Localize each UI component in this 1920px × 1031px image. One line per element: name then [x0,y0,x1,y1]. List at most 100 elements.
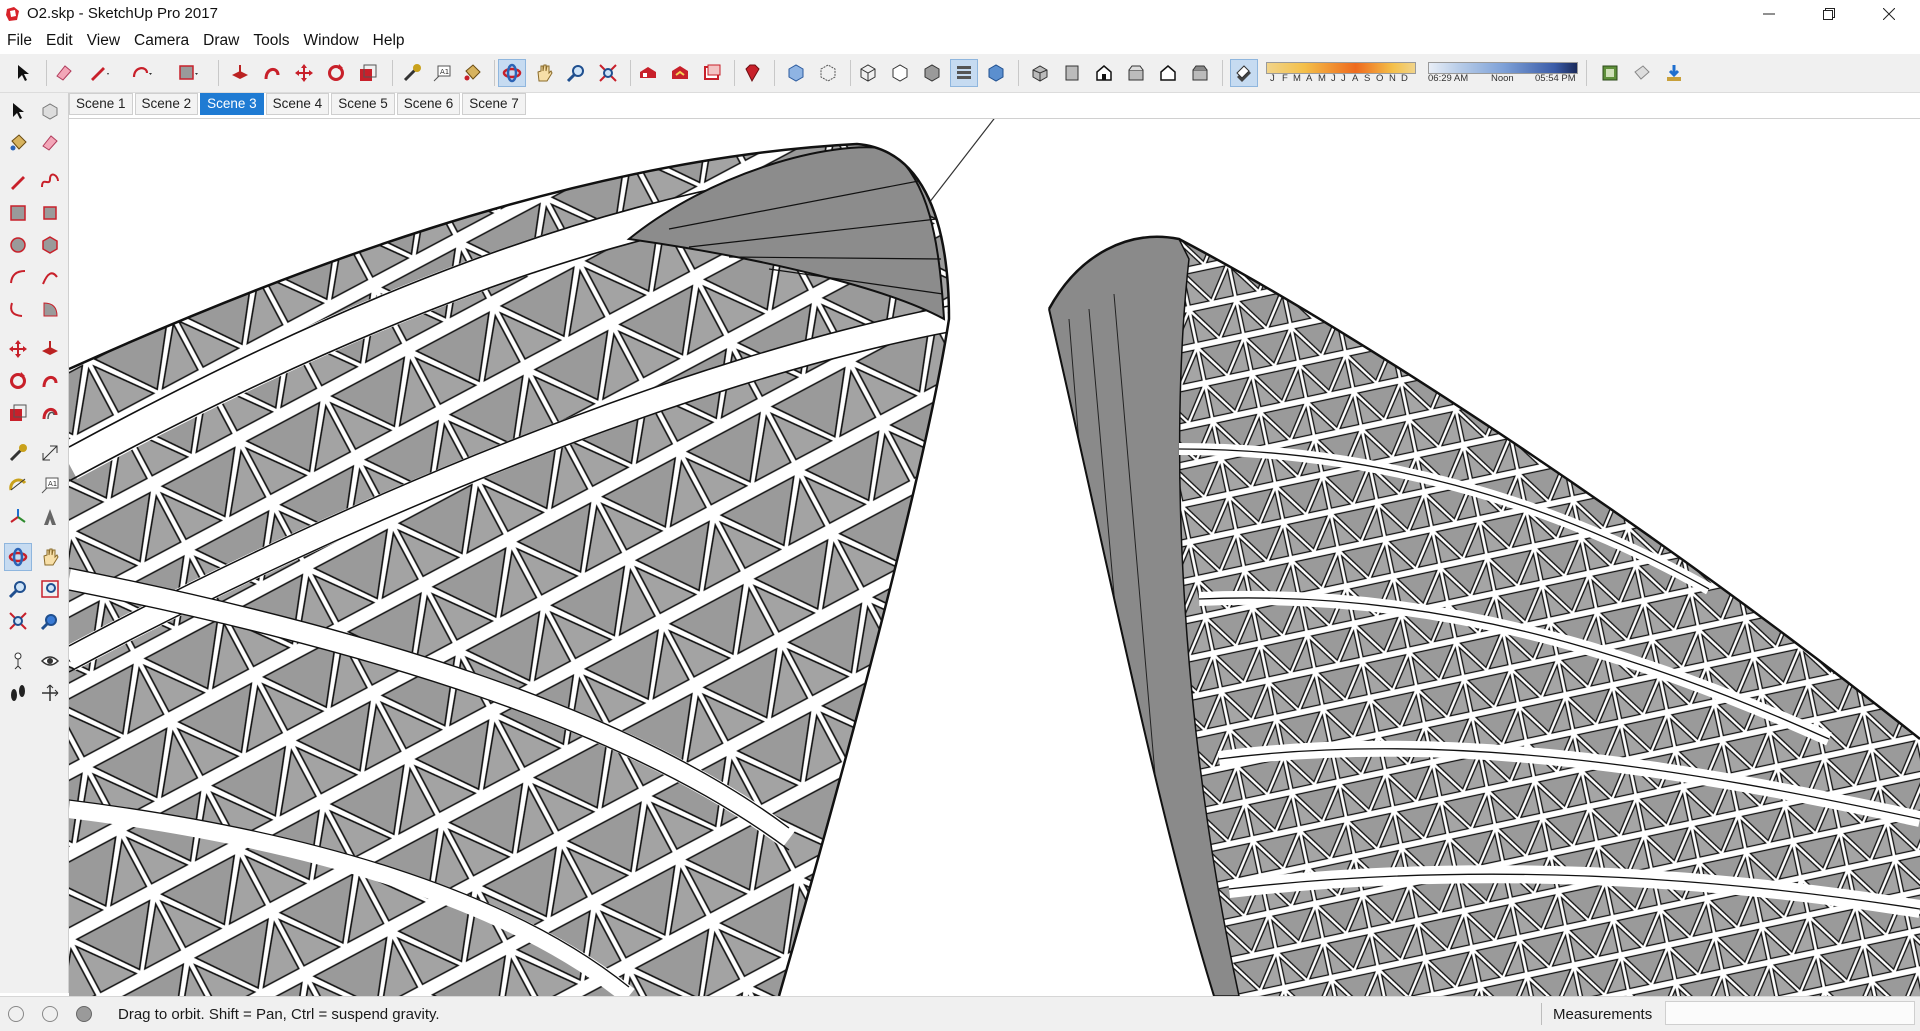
rotate-tool-button[interactable] [322,59,350,87]
minimize-button[interactable] [1746,0,1792,28]
palette-paint-bucket-button[interactable] [4,129,32,157]
shapes-tool-button[interactable] [128,59,156,87]
palette-axes-button[interactable] [4,503,32,531]
scene-tab-6[interactable]: Scene 6 [396,93,461,115]
palette-pie-button[interactable] [36,295,64,323]
palette-walk-button[interactable] [4,679,32,707]
eraser-tool-button[interactable] [50,59,78,87]
hidden-line-style-button[interactable] [886,59,914,87]
scene-tab-7[interactable]: Scene 7 [462,93,526,115]
scene-tab-1[interactable]: Scene 1 [69,93,133,115]
palette-pan-button[interactable] [36,543,64,571]
palette-previous-view-button[interactable] [36,607,64,635]
extension-warehouse-button[interactable] [666,59,694,87]
section-plane-button[interactable] [1596,59,1624,87]
palette-tape-measure-button[interactable] [4,439,32,467]
geolocation-icon[interactable] [8,1006,24,1022]
pan-tool-button[interactable] [530,59,558,87]
palette-move-button[interactable] [4,335,32,363]
top-view-button[interactable] [1058,59,1086,87]
left-view-button[interactable] [1186,59,1214,87]
back-view-button[interactable] [1154,59,1182,87]
select-tool-button[interactable] [10,59,38,87]
menu-camera[interactable]: Camera [127,29,196,53]
palette-zoom-window-button[interactable] [36,575,64,603]
menu-draw[interactable]: Draw [196,29,246,53]
palette-rectangle-button[interactable] [4,199,32,227]
palette-zoom-button[interactable] [4,575,32,603]
scale-tool-button[interactable] [354,59,382,87]
pencil-tool-button[interactable] [85,59,113,87]
shaded-style-button[interactable] [918,59,946,87]
scene-tab-3[interactable]: Scene 3 [200,93,264,115]
menu-file[interactable]: File [0,29,39,53]
model-viewport[interactable] [69,118,1920,996]
user-icon[interactable] [76,1006,92,1022]
palette-zoom-extents-button[interactable] [4,607,32,635]
left-tower[interactable] [69,119,969,996]
front-view-button[interactable] [1090,59,1118,87]
orbit-tool-button[interactable] [498,59,526,87]
palette-arc-button[interactable] [4,263,32,291]
menu-window[interactable]: Window [297,29,366,53]
palette-scale-button[interactable] [4,399,32,427]
scene-tab-2[interactable]: Scene 2 [134,93,199,115]
menu-edit[interactable]: Edit [39,29,80,53]
palette-polygon-button[interactable] [36,231,64,259]
paint-bucket-tool-button[interactable] [458,59,486,87]
import-button[interactable] [1660,59,1688,87]
shaded-textures-style-button[interactable] [950,59,978,87]
warehouse-button[interactable] [634,59,662,87]
wireframe-style-button[interactable] [854,59,882,87]
palette-freehand-button[interactable] [36,167,64,195]
palette-rotated-rectangle-button[interactable] [36,199,64,227]
xray-style-button[interactable] [782,59,810,87]
pushpull-tool-button[interactable] [226,59,254,87]
section-display-button[interactable] [1628,59,1656,87]
palette-position-camera-button[interactable] [4,647,32,675]
palette-three-point-arc-button[interactable] [4,295,32,323]
iso-view-button[interactable] [1026,59,1054,87]
palette-text-button[interactable]: A1 [36,471,64,499]
rectangle-tool-button[interactable] [174,59,202,87]
zoom-tool-button[interactable] [562,59,590,87]
move-tool-button[interactable] [290,59,318,87]
palette-orbit-button[interactable] [4,543,32,571]
tape-measure-tool-button[interactable] [398,59,426,87]
restore-button[interactable] [1806,0,1852,28]
menu-help[interactable]: Help [366,29,412,53]
palette-eraser-button[interactable] [36,129,64,157]
zoom-extents-tool-button[interactable] [594,59,622,87]
palette-offset-button[interactable] [36,399,64,427]
scene-tab-4[interactable]: Scene 4 [265,93,330,115]
text-tool-button[interactable]: A1 [428,59,456,87]
palette-3d-text-button[interactable] [36,503,64,531]
close-button[interactable] [1866,0,1912,28]
palette-circle-button[interactable] [4,231,32,259]
right-view-button[interactable] [1122,59,1150,87]
model-canvas[interactable] [69,119,1920,996]
followme-tool-button[interactable] [258,59,286,87]
back-edges-style-button[interactable] [814,59,842,87]
palette-pushpull-button[interactable] [36,335,64,363]
palette-component-button[interactable] [36,97,64,125]
scene-tab-5[interactable]: Scene 5 [331,93,395,115]
menu-tools[interactable]: Tools [246,29,296,53]
palette-select-button[interactable] [4,97,32,125]
palette-rotate-button[interactable] [4,367,32,395]
palette-section-plane-button[interactable] [36,679,64,707]
measurements-input[interactable] [1665,1001,1915,1025]
ruby-console-button[interactable] [738,59,766,87]
menu-view[interactable]: View [80,29,127,53]
palette-line-button[interactable] [4,167,32,195]
shadows-toggle-button[interactable] [1230,59,1258,87]
right-tower[interactable] [1029,219,1920,996]
palette-dimension-button[interactable] [36,439,64,467]
palette-followme-button[interactable] [36,367,64,395]
monochrome-style-button[interactable] [982,59,1010,87]
layout-button[interactable] [698,59,726,87]
info-icon[interactable] [42,1006,58,1022]
palette-protractor-button[interactable] [4,471,32,499]
palette-two-point-arc-button[interactable] [36,263,64,291]
palette-look-around-button[interactable] [36,647,64,675]
